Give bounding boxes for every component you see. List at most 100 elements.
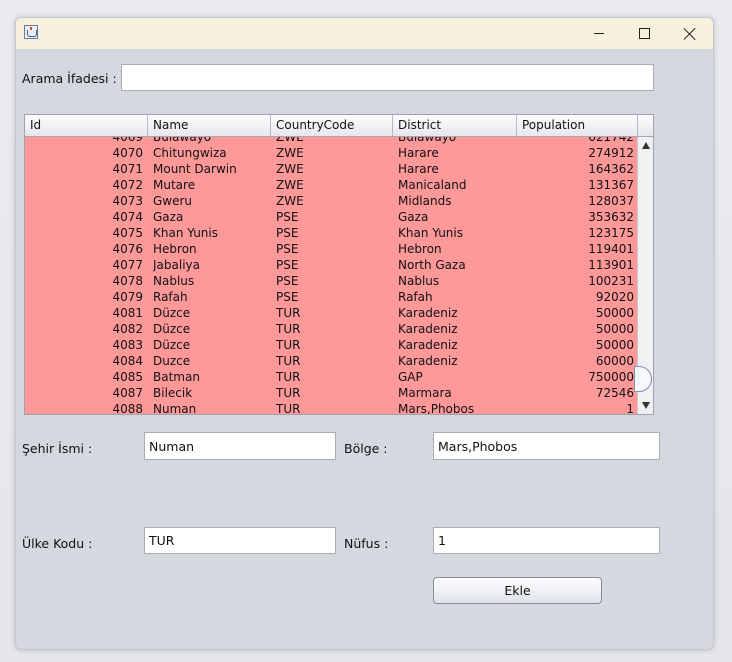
app-window: Arama İfadesi : Id Name CountryCode Distric…: [15, 17, 714, 650]
population-cell: 123175: [588, 226, 634, 240]
district-cell: Midlands: [398, 194, 452, 208]
id-cell: 4082: [112, 322, 143, 336]
country-code-cell: TUR: [276, 370, 301, 384]
table-row[interactable]: 4088 Numan TUR Mars,Phobos 1: [25, 401, 637, 414]
table-row[interactable]: 4079 Rafah PSE Rafah 92020: [25, 289, 637, 305]
district-cell: Karadeniz: [398, 354, 458, 368]
table-row[interactable]: 4075 Khan Yunis PSE Khan Yunis 123175: [25, 225, 637, 241]
country-code-cell: PSE: [276, 274, 299, 288]
id-cell: 4075: [112, 226, 143, 240]
population-cell: 353632: [588, 210, 634, 224]
table-header: Id Name CountryCode District Population: [25, 115, 653, 137]
population-cell: 92020: [595, 290, 634, 304]
id-cell: 4073: [112, 194, 143, 208]
id-cell: 4074: [112, 210, 143, 224]
search-label: Arama İfadesi :: [22, 71, 117, 86]
district-cell: North Gaza: [398, 258, 466, 272]
vertical-scrollbar[interactable]: [634, 137, 653, 414]
table-row[interactable]: 4072 Mutare ZWE Manicaland 131367: [25, 177, 637, 193]
table-row[interactable]: 4085 Batman TUR GAP 750000: [25, 369, 637, 385]
close-button[interactable]: [667, 18, 713, 49]
district-cell: Hebron: [398, 242, 442, 256]
name-cell: Bilecik: [153, 386, 193, 400]
population-cell: 60000: [595, 354, 634, 368]
table-row[interactable]: 4084 Duzce TUR Karadeniz 60000: [25, 353, 637, 369]
name-cell: Batman: [153, 370, 200, 384]
district-cell: Rafah: [398, 290, 433, 304]
search-input[interactable]: [121, 64, 654, 91]
name-cell: Düzce: [153, 338, 191, 352]
table-row[interactable]: 4087 Bilecik TUR Marmara 72546: [25, 385, 637, 401]
country-code-cell: ZWE: [276, 162, 304, 176]
scroll-down-icon[interactable]: [642, 402, 650, 409]
district-cell: Karadeniz: [398, 338, 458, 352]
table-row[interactable]: 4078 Nablus PSE Nablus 100231: [25, 273, 637, 289]
column-header[interactable]: Name: [148, 115, 271, 136]
maximize-button[interactable]: [621, 18, 667, 49]
name-cell: Khan Yunis: [153, 226, 218, 240]
name-cell: Düzce: [153, 322, 191, 336]
city-name-field[interactable]: Numan: [144, 432, 336, 460]
population-field[interactable]: 1: [433, 527, 660, 554]
name-cell: Düzce: [153, 306, 191, 320]
table-row[interactable]: 4081 Düzce TUR Karadeniz 50000: [25, 305, 637, 321]
maximize-icon: [638, 28, 650, 39]
population-cell: 1: [626, 402, 634, 414]
population-cell: 50000: [595, 322, 634, 336]
name-cell: Duzce: [153, 354, 191, 368]
region-label: Bölge :: [344, 441, 388, 456]
id-cell: 4070: [112, 146, 143, 160]
population-cell: 100231: [588, 274, 634, 288]
close-icon: [684, 28, 696, 40]
minimize-button[interactable]: [576, 18, 622, 49]
table-row[interactable]: 4077 Jabaliya PSE North Gaza 113901: [25, 257, 637, 273]
table-row[interactable]: 4076 Hebron PSE Hebron 119401: [25, 241, 637, 257]
country-code-cell: PSE: [276, 258, 299, 272]
country-code-cell: ZWE: [276, 194, 304, 208]
id-cell: 4072: [112, 178, 143, 192]
population-cell: 750000: [588, 370, 634, 384]
table-row[interactable]: 4073 Gweru ZWE Midlands 128037: [25, 193, 637, 209]
minimize-icon: [594, 33, 604, 34]
table-row[interactable]: 4083 Düzce TUR Karadeniz 50000: [25, 337, 637, 353]
district-cell: Karadeniz: [398, 306, 458, 320]
district-cell: GAP: [398, 370, 423, 384]
district-cell: Khan Yunis: [398, 226, 463, 240]
column-header[interactable]: Id: [25, 115, 148, 136]
region-field[interactable]: Mars,Phobos: [433, 432, 660, 460]
name-cell: Mutare: [153, 178, 196, 192]
population-cell: 50000: [595, 338, 634, 352]
id-cell: 4087: [112, 386, 143, 400]
table-row[interactable]: 4071 Mount Darwin ZWE Harare 164362: [25, 161, 637, 177]
country-code-field[interactable]: TUR: [144, 527, 336, 554]
id-cell: 4069: [112, 137, 143, 144]
name-cell: Chitungwiza: [153, 146, 227, 160]
column-header[interactable]: CountryCode: [271, 115, 393, 136]
id-cell: 4078: [112, 274, 143, 288]
population-cell: 128037: [588, 194, 634, 208]
table-row[interactable]: 4082 Düzce TUR Karadeniz 50000: [25, 321, 637, 337]
id-cell: 4083: [112, 338, 143, 352]
id-cell: 4085: [112, 370, 143, 384]
id-cell: 4084: [112, 354, 143, 368]
scroll-thumb[interactable]: [634, 366, 652, 392]
table-row[interactable]: 4070 Chitungwiza ZWE Harare 274912: [25, 145, 637, 161]
city-label: Şehir İsmi :: [22, 441, 93, 456]
name-cell: Bulawayo: [153, 137, 212, 144]
id-cell: 4088: [112, 402, 143, 414]
district-cell: Nablus: [398, 274, 440, 288]
scroll-up-icon[interactable]: [642, 142, 650, 149]
district-cell: Harare: [398, 146, 439, 160]
column-header[interactable]: District: [393, 115, 517, 136]
population-cell: 164362: [588, 162, 634, 176]
population-cell: 131367: [588, 178, 634, 192]
country-code-cell: TUR: [276, 338, 301, 352]
name-cell: Gweru: [153, 194, 193, 208]
table-row[interactable]: 4074 Gaza PSE Gaza 353632: [25, 209, 637, 225]
table-row[interactable]: 4069 Bulawayo ZWE Bulawayo 621742: [25, 137, 637, 145]
district-cell: Marmara: [398, 386, 452, 400]
column-header[interactable]: Population: [517, 115, 638, 136]
title-bar: [16, 18, 713, 49]
name-cell: Mount Darwin: [153, 162, 237, 176]
add-button[interactable]: Ekle: [433, 577, 602, 604]
